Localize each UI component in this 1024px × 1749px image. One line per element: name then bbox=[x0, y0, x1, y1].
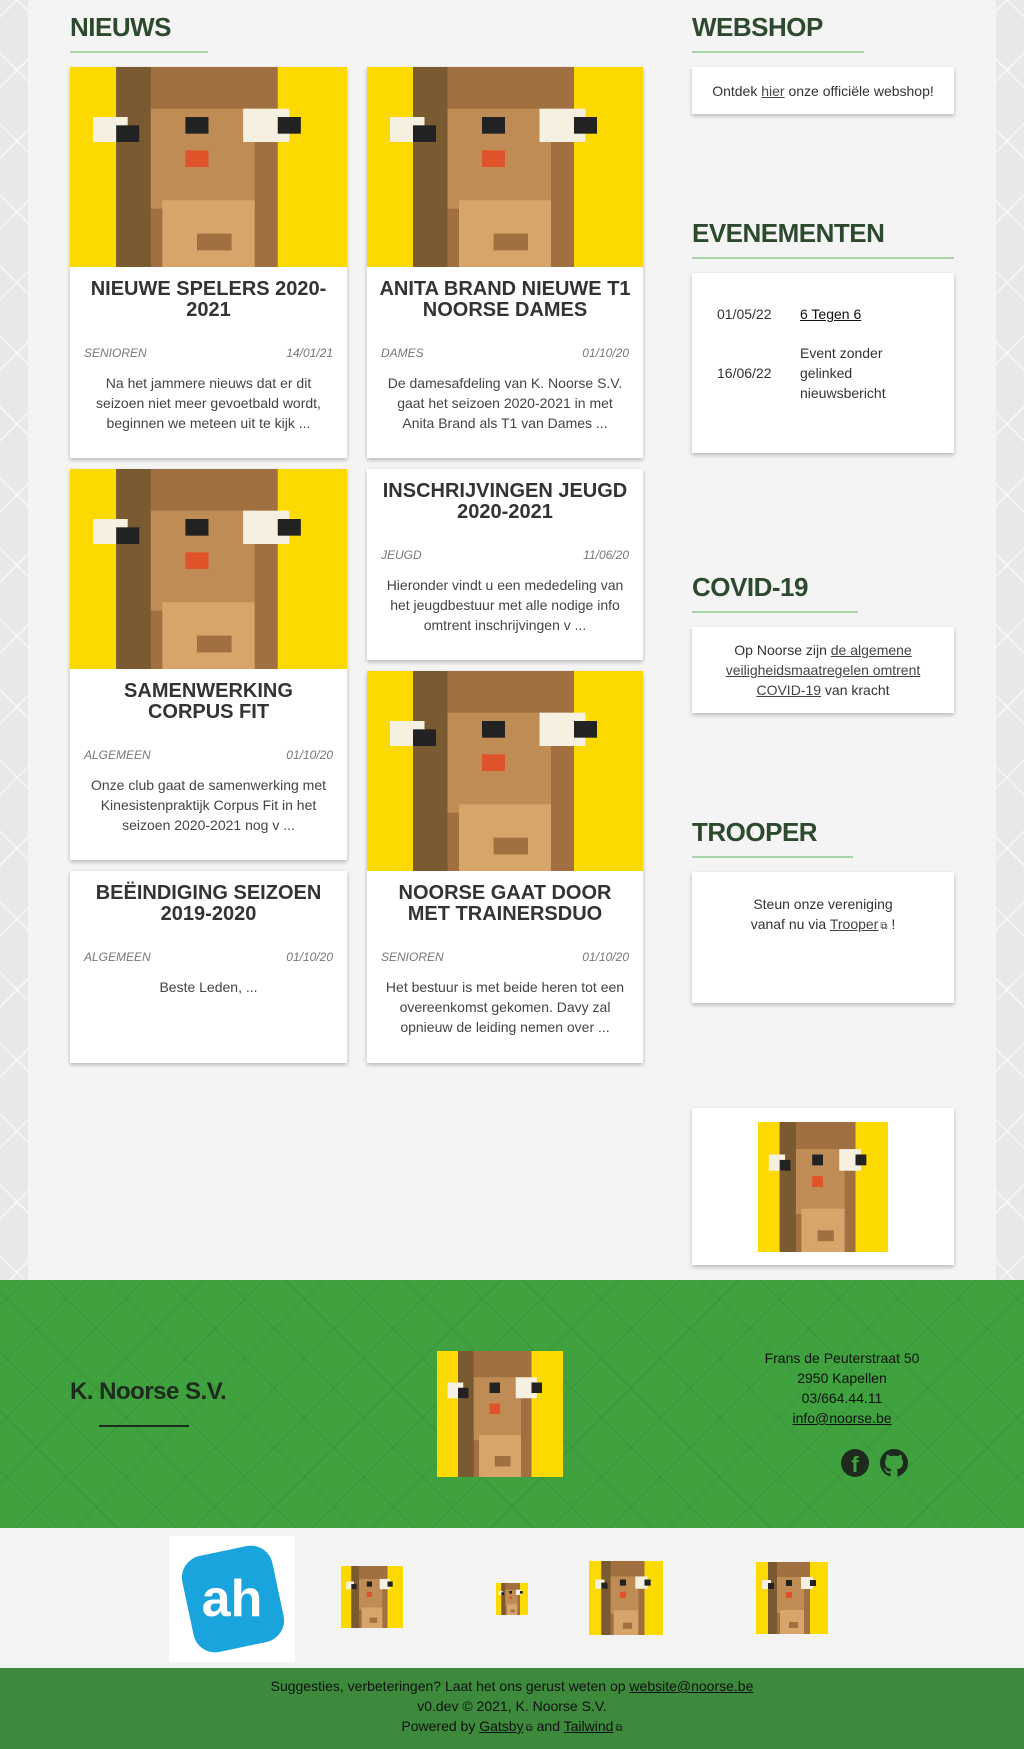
news-image bbox=[367, 671, 643, 871]
news-title[interactable]: ANITA BRAND NIEUWE T1 NOORSE DAMES bbox=[377, 279, 633, 321]
news-card[interactable]: NIEUWE SPELERS 2020-2021 SENIOREN 14/01/… bbox=[70, 67, 347, 458]
news-image bbox=[367, 67, 643, 267]
news-excerpt: Het bestuur is met beide heren tot een o… bbox=[385, 979, 625, 1035]
news-image bbox=[70, 469, 347, 669]
trooper-text: Steun onze vereniging vanaf nu via Troop… bbox=[750, 896, 896, 932]
sponsor-logo[interactable] bbox=[341, 1566, 403, 1628]
news-title[interactable]: NIEUWE SPELERS 2020-2021 bbox=[80, 279, 337, 321]
powered-by: Powered by Gatsby ⧉ and Tailwind ⧉ bbox=[401, 1718, 623, 1734]
news-category: ALGEMEEN bbox=[84, 748, 151, 762]
news-date: 01/10/20 bbox=[286, 950, 333, 964]
sponsor-logo[interactable] bbox=[496, 1583, 528, 1615]
webshop-section-title: WEBSHOP bbox=[692, 12, 864, 53]
news-date: 01/10/20 bbox=[286, 748, 333, 762]
event-name: Event zonder gelinked nieuwsbericht bbox=[800, 345, 886, 401]
news-date: 11/06/20 bbox=[583, 548, 629, 562]
external-link-icon: ⧉ bbox=[525, 1723, 533, 1734]
suggestions-email-link[interactable]: website@noorse.be bbox=[629, 1678, 753, 1694]
covid-card: Op Noorse zijn de algemene veiligheidsma… bbox=[692, 627, 954, 713]
news-card[interactable]: NOORSE GAAT DOOR MET TRAINERSDUO SENIORE… bbox=[367, 671, 643, 1063]
news-excerpt: Beste Leden, ... bbox=[159, 979, 258, 995]
news-card[interactable]: ANITA BRAND NIEUWE T1 NOORSE DAMES DAMES… bbox=[367, 67, 643, 458]
footer-contact: Frans de Peuterstraat 50 2950 Kapellen 0… bbox=[760, 1348, 924, 1428]
news-card[interactable]: BEËINDIGING SEIZOEN 2019-2020 ALGEMEEN 0… bbox=[70, 871, 347, 1063]
news-meta: SENIOREN 01/10/20 bbox=[381, 950, 629, 964]
event-date: 16/06/22 bbox=[717, 365, 772, 381]
news-meta: SENIOREN 14/01/21 bbox=[84, 346, 333, 360]
news-title[interactable]: BEËINDIGING SEIZOEN 2019-2020 bbox=[80, 883, 337, 925]
sponsor-logo[interactable] bbox=[756, 1562, 828, 1634]
footer-club-name: K. Noorse S.V. bbox=[70, 1378, 227, 1405]
footer-email-link[interactable]: info@noorse.be bbox=[760, 1408, 924, 1428]
news-date: 14/01/21 bbox=[286, 346, 333, 360]
sponsor-logo[interactable] bbox=[589, 1561, 663, 1635]
news-category: ALGEMEEN bbox=[84, 950, 151, 964]
bottom-bar: Suggesties, verbeteringen? Laat het ons … bbox=[0, 1668, 1024, 1749]
events-section-title: EVENEMENTEN bbox=[692, 218, 954, 259]
event-link[interactable]: 6 Tegen 6 bbox=[800, 304, 861, 324]
club-logo-card bbox=[692, 1108, 954, 1265]
facebook-icon[interactable]: f bbox=[841, 1449, 869, 1477]
sponsors-bar: ah bbox=[0, 1528, 1024, 1668]
events-card: 01/05/22 6 Tegen 6 16/06/22 Event zonder… bbox=[692, 273, 954, 453]
footer-address: Frans de Peuterstraat 50 bbox=[764, 1350, 920, 1366]
github-icon[interactable] bbox=[880, 1449, 908, 1477]
footer-city: 2950 Kapellen bbox=[797, 1370, 887, 1386]
news-meta: ALGEMEEN 01/10/20 bbox=[84, 748, 333, 762]
event-date: 01/05/22 bbox=[717, 306, 772, 322]
news-category: DAMES bbox=[381, 346, 424, 360]
webshop-link[interactable]: hier bbox=[761, 83, 784, 99]
gatsby-link[interactable]: Gatsby bbox=[479, 1718, 523, 1734]
webshop-card: Ontdek hier onze officiële webshop! bbox=[692, 67, 954, 114]
sponsor-logo[interactable]: ah bbox=[169, 1536, 295, 1662]
footer-logo bbox=[437, 1351, 563, 1477]
news-category: JEUGD bbox=[381, 548, 422, 562]
club-logo bbox=[758, 1122, 888, 1252]
news-section-title: NIEUWS bbox=[70, 12, 208, 53]
news-excerpt: De damesafdeling van K. Noorse S.V. gaat… bbox=[387, 375, 623, 431]
news-excerpt: Na het jammere nieuws dat er dit seizoen… bbox=[96, 375, 321, 431]
news-category: SENIOREN bbox=[84, 346, 147, 360]
news-date: 01/10/20 bbox=[582, 950, 629, 964]
news-meta: JEUGD 11/06/20 bbox=[381, 548, 629, 562]
news-meta: DAMES 01/10/20 bbox=[381, 346, 629, 360]
news-date: 01/10/20 bbox=[582, 346, 629, 360]
news-excerpt: Onze club gaat de samenwerking met Kines… bbox=[90, 777, 326, 833]
copyright: v0.dev © 2021, K. Noorse S.V. bbox=[417, 1698, 607, 1714]
news-title[interactable]: SAMENWERKING CORPUS FIT bbox=[80, 681, 337, 723]
news-card[interactable]: INSCHRIJVINGEN JEUGD 2020-2021 JEUGD 11/… bbox=[367, 469, 643, 660]
covid-section-title: COVID-19 bbox=[692, 572, 858, 613]
webshop-text: Ontdek hier onze officiële webshop! bbox=[712, 83, 934, 99]
trooper-link[interactable]: Trooper bbox=[830, 916, 879, 932]
footer-divider bbox=[99, 1425, 189, 1427]
trooper-card: Steun onze vereniging vanaf nu via Troop… bbox=[692, 872, 954, 1003]
covid-text: Op Noorse zijn de algemene veiligheidsma… bbox=[725, 642, 921, 698]
suggestions-line: Suggesties, verbeteringen? Laat het ons … bbox=[270, 1678, 754, 1694]
news-title[interactable]: NOORSE GAAT DOOR MET TRAINERSDUO bbox=[377, 883, 633, 925]
news-category: SENIOREN bbox=[381, 950, 444, 964]
footer: K. Noorse S.V. Frans de Peuterstraat 50 … bbox=[0, 1280, 1024, 1528]
news-excerpt: Hieronder vindt u een mededeling van het… bbox=[386, 577, 624, 633]
news-title[interactable]: INSCHRIJVINGEN JEUGD 2020-2021 bbox=[377, 481, 633, 523]
external-link-icon: ⧉ bbox=[880, 921, 888, 932]
external-link-icon: ⧉ bbox=[615, 1723, 623, 1734]
trooper-section-title: TROOPER bbox=[692, 817, 853, 858]
tailwind-link[interactable]: Tailwind bbox=[564, 1718, 614, 1734]
news-meta: ALGEMEEN 01/10/20 bbox=[84, 950, 333, 964]
news-card[interactable]: SAMENWERKING CORPUS FIT ALGEMEEN 01/10/2… bbox=[70, 469, 347, 860]
news-image bbox=[70, 67, 347, 267]
footer-phone: 03/664.44.11 bbox=[801, 1390, 883, 1406]
